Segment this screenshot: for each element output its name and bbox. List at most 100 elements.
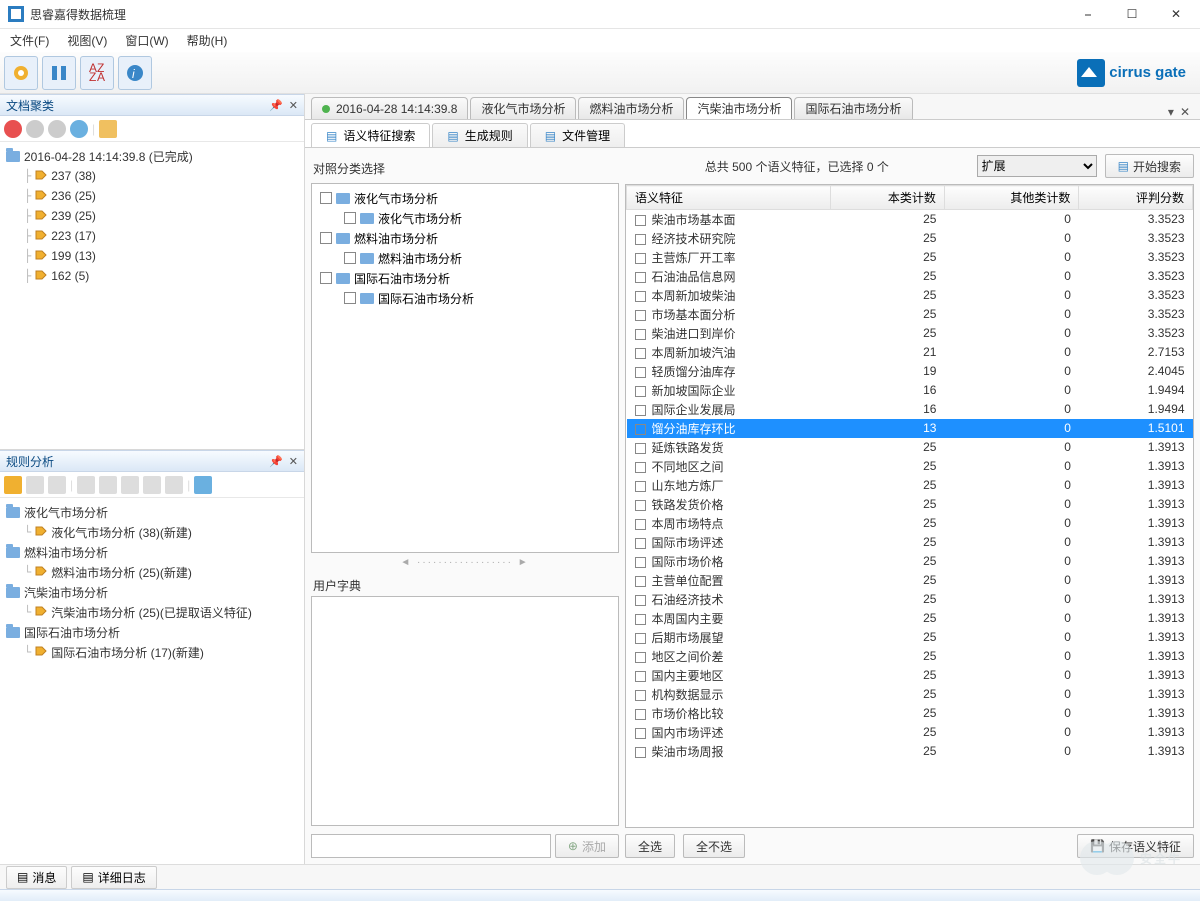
tree-item[interactable]: └国际石油市场分析 (17)(新建) [6, 642, 298, 662]
add-button[interactable]: ⊕添加 [555, 834, 619, 858]
tree-item[interactable]: └汽柴油市场分析 (25)(已提取语义特征) [6, 602, 298, 622]
rtool-2[interactable] [26, 476, 44, 494]
table-row[interactable]: 国际企业发展局 1601.9494 [627, 400, 1193, 419]
table-row[interactable]: 主营单位配置 2501.3913 [627, 571, 1193, 590]
select-none-button[interactable]: 全不选 [683, 834, 745, 858]
category-tree[interactable]: 液化气市场分析液化气市场分析燃料油市场分析燃料油市场分析国际石油市场分析国际石油… [311, 183, 619, 553]
row-checkbox[interactable] [635, 348, 646, 359]
table-row[interactable]: 柴油市场基本面 2503.3523 [627, 210, 1193, 229]
doc-tab[interactable]: 液化气市场分析 [470, 97, 576, 119]
columns-button[interactable] [42, 56, 76, 90]
feature-table[interactable]: 语义特征 本类计数 其他类计数 评判分数 柴油市场基本面 2503.3523 经… [626, 185, 1193, 827]
row-checkbox[interactable] [635, 576, 646, 587]
row-checkbox[interactable] [635, 500, 646, 511]
col-score[interactable]: 评判分数 [1079, 186, 1193, 210]
rule-tree[interactable]: 液化气市场分析 └液化气市场分析 (38)(新建)燃料油市场分析 └燃料油市场分… [0, 498, 304, 864]
table-row[interactable]: 本周新加坡柴油 2503.3523 [627, 286, 1193, 305]
tree-item[interactable]: ├236 (25) [6, 186, 298, 206]
row-checkbox[interactable] [635, 614, 646, 625]
rtool-3[interactable] [48, 476, 66, 494]
table-row[interactable]: 机构数据显示 2501.3913 [627, 685, 1193, 704]
tree-item[interactable]: └液化气市场分析 (38)(新建) [6, 522, 298, 542]
table-row[interactable]: 山东地方炼厂 2501.3913 [627, 476, 1193, 495]
tab-menu-icon[interactable]: ▾ [1168, 105, 1174, 119]
select-all-button[interactable]: 全选 [625, 834, 675, 858]
checkbox[interactable] [320, 272, 332, 284]
row-checkbox[interactable] [635, 652, 646, 663]
tool-icon-5[interactable] [99, 120, 117, 138]
table-row[interactable]: 主营炼厂开工率 2503.3523 [627, 248, 1193, 267]
table-row[interactable]: 市场价格比较 2501.3913 [627, 704, 1193, 723]
table-row[interactable]: 本周新加坡汽油 2102.7153 [627, 343, 1193, 362]
tree-item[interactable]: ├223 (17) [6, 226, 298, 246]
settings-button[interactable] [4, 56, 38, 90]
doc-cluster-tree[interactable]: 2016-04-28 14:14:39.8 (已完成) ├237 (38)├23… [0, 142, 304, 449]
row-checkbox[interactable] [635, 443, 646, 454]
tool-icon-3[interactable] [48, 120, 66, 138]
doc-tab[interactable]: 国际石油市场分析 [794, 97, 912, 119]
tree-folder[interactable]: 国际石油市场分析 [6, 622, 298, 642]
tree-root[interactable]: 2016-04-28 14:14:39.8 (已完成) [6, 146, 298, 166]
rtool-5[interactable] [99, 476, 117, 494]
doc-tab[interactable]: 燃料油市场分析 [578, 97, 684, 119]
table-row[interactable]: 铁路发货价格 2501.3913 [627, 495, 1193, 514]
sub-tab[interactable]: ▤文件管理 [530, 123, 625, 147]
rtool-1[interactable] [4, 476, 22, 494]
row-checkbox[interactable] [635, 386, 646, 397]
table-row[interactable]: 国际市场价格 2501.3913 [627, 552, 1193, 571]
pin-icon[interactable]: 📌 [269, 99, 283, 112]
row-checkbox[interactable] [635, 538, 646, 549]
rtool-4[interactable] [77, 476, 95, 494]
row-checkbox[interactable] [635, 728, 646, 739]
tree-item[interactable]: ├237 (38) [6, 166, 298, 186]
save-features-button[interactable]: 💾保存语义特征 [1077, 834, 1194, 858]
checkbox[interactable] [320, 192, 332, 204]
row-checkbox[interactable] [635, 690, 646, 701]
row-checkbox[interactable] [635, 633, 646, 644]
table-row[interactable]: 国际市场评述 2501.3913 [627, 533, 1193, 552]
rtool-9[interactable] [194, 476, 212, 494]
table-row[interactable]: 馏分油库存环比 1301.5101 [627, 419, 1193, 438]
start-search-button[interactable]: ▤开始搜索 [1105, 154, 1194, 178]
category-tree-row[interactable]: 液化气市场分析 [316, 208, 614, 228]
pin-icon[interactable]: 📌 [269, 455, 283, 468]
menu-help[interactable]: 帮助(H) [187, 32, 228, 49]
tree-folder[interactable]: 汽柴油市场分析 [6, 582, 298, 602]
tool-icon-4[interactable] [70, 120, 88, 138]
row-checkbox[interactable] [635, 405, 646, 416]
tree-folder[interactable]: 燃料油市场分析 [6, 542, 298, 562]
table-row[interactable]: 国内市场评述 2501.3913 [627, 723, 1193, 742]
splitter[interactable]: ◄ ·················· ► [311, 557, 619, 567]
row-checkbox[interactable] [635, 215, 646, 226]
category-tree-row[interactable]: 国际石油市场分析 [316, 288, 614, 308]
row-checkbox[interactable] [635, 424, 646, 435]
table-row[interactable]: 柴油市场周报 2501.3913 [627, 742, 1193, 761]
rtool-8[interactable] [165, 476, 183, 494]
row-checkbox[interactable] [635, 253, 646, 264]
table-row[interactable]: 石油经济技术 2501.3913 [627, 590, 1193, 609]
maximize-button[interactable]: ☐ [1110, 0, 1154, 29]
table-row[interactable]: 后期市场展望 2501.3913 [627, 628, 1193, 647]
table-row[interactable]: 不同地区之间 2501.3913 [627, 457, 1193, 476]
checkbox[interactable] [320, 232, 332, 244]
table-row[interactable]: 国内主要地区 2501.3913 [627, 666, 1193, 685]
row-checkbox[interactable] [635, 367, 646, 378]
row-checkbox[interactable] [635, 595, 646, 606]
tab-detailed-log[interactable]: ▤ 详细日志 [71, 866, 156, 889]
table-row[interactable]: 新加坡国际企业 1601.9494 [627, 381, 1193, 400]
info-button[interactable]: i [118, 56, 152, 90]
table-row[interactable]: 本周市场特点 2501.3913 [627, 514, 1193, 533]
col-other-count[interactable]: 其他类计数 [944, 186, 1079, 210]
category-tree-row[interactable]: 燃料油市场分析 [316, 248, 614, 268]
tree-item[interactable]: ├162 (5) [6, 266, 298, 286]
table-row[interactable]: 柴油进口到岸价 2503.3523 [627, 324, 1193, 343]
expand-dropdown[interactable]: 扩展 [977, 155, 1097, 177]
category-tree-row[interactable]: 国际石油市场分析 [316, 268, 614, 288]
col-feature[interactable]: 语义特征 [627, 186, 831, 210]
checkbox[interactable] [344, 292, 356, 304]
menu-file[interactable]: 文件(F) [10, 32, 49, 49]
tree-folder[interactable]: 液化气市场分析 [6, 502, 298, 522]
close-panel-icon[interactable]: ✕ [289, 455, 298, 468]
sub-tab[interactable]: ▤语义特征搜索 [311, 123, 430, 147]
row-checkbox[interactable] [635, 329, 646, 340]
